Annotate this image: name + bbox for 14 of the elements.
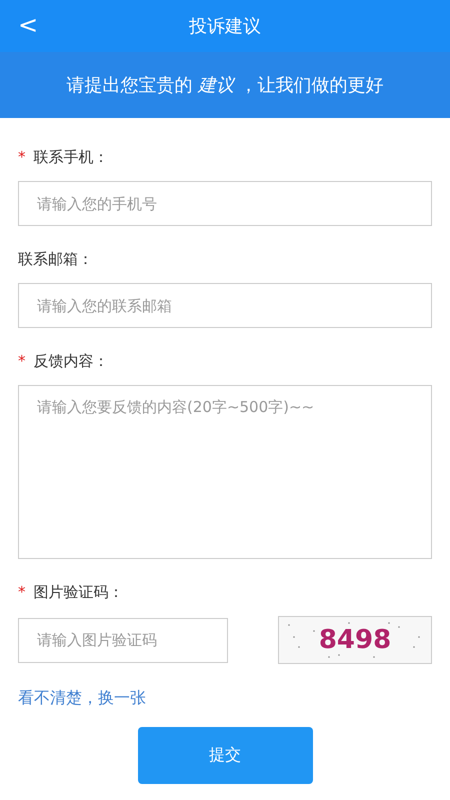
field-label: * 联系手机： [18,148,110,167]
banner-text: 请提出您宝贵的 建议 ，让我们做的更好 [66,74,384,97]
captcha-field[interactable]: 请输入图片验证码 [18,618,228,662]
refresh-captcha-link[interactable]: 看不清楚，换一张 [18,688,146,709]
field-label: 联系邮箱： [18,250,94,269]
input-field[interactable]: 请输入您的联系邮箱 [18,283,432,328]
back-button[interactable]: < [12,10,44,40]
field-label: * 图片验证码： [18,583,124,602]
text-area[interactable]: 请输入您要反馈的内容(20字~500字)~~ [18,385,432,559]
field-label: * 反馈内容： [18,352,110,371]
submit-button[interactable]: 提交 [138,727,312,784]
input-field[interactable]: 请输入您的手机号 [18,181,432,226]
captcha-image[interactable]: 8498 [278,616,432,664]
page-title: 投诉建议 [189,15,261,38]
